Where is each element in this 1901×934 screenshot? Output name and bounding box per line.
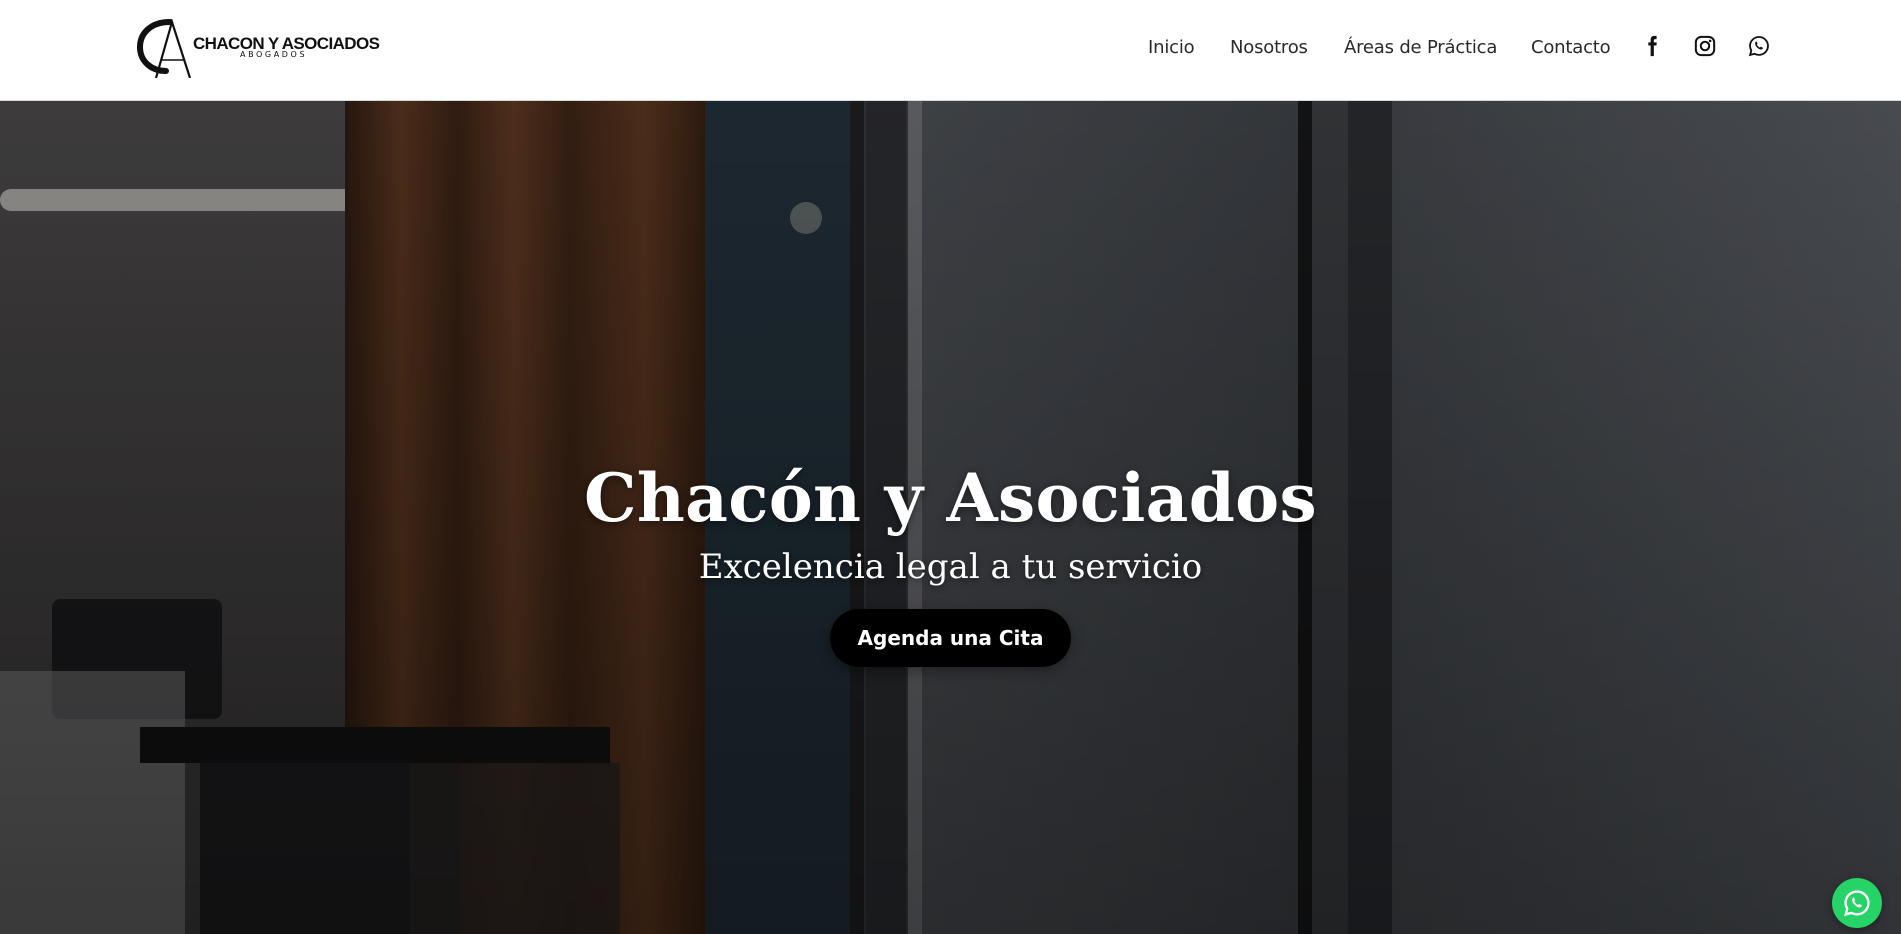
site-header: CHACON Y ASOCIADOS ABOGADOS Inicio Nosot… bbox=[0, 0, 1901, 101]
instagram-icon bbox=[1694, 35, 1716, 57]
nav-contacto[interactable]: Contacto bbox=[1531, 37, 1611, 58]
hero-section: Chacón y Asociados Excelencia legal a tu… bbox=[0, 101, 1901, 934]
nav-areas-de-practica[interactable]: Áreas de Práctica bbox=[1344, 37, 1497, 58]
whatsapp-link[interactable] bbox=[1746, 33, 1772, 59]
whatsapp-icon bbox=[1844, 890, 1870, 917]
agenda-cita-button[interactable]: Agenda una Cita bbox=[830, 609, 1071, 667]
nav-inicio[interactable]: Inicio bbox=[1148, 37, 1195, 58]
facebook-link[interactable] bbox=[1639, 33, 1665, 59]
facebook-icon bbox=[1648, 35, 1657, 57]
whatsapp-float-button[interactable] bbox=[1832, 878, 1882, 928]
nav-nosotros[interactable]: Nosotros bbox=[1230, 37, 1308, 58]
instagram-link[interactable] bbox=[1692, 33, 1718, 59]
logo-subtitle: ABOGADOS bbox=[240, 50, 308, 59]
hero-title: Chacón y Asociados bbox=[584, 459, 1317, 537]
whatsapp-icon bbox=[1748, 36, 1769, 57]
hero-subtitle: Excelencia legal a tu servicio bbox=[698, 547, 1203, 587]
